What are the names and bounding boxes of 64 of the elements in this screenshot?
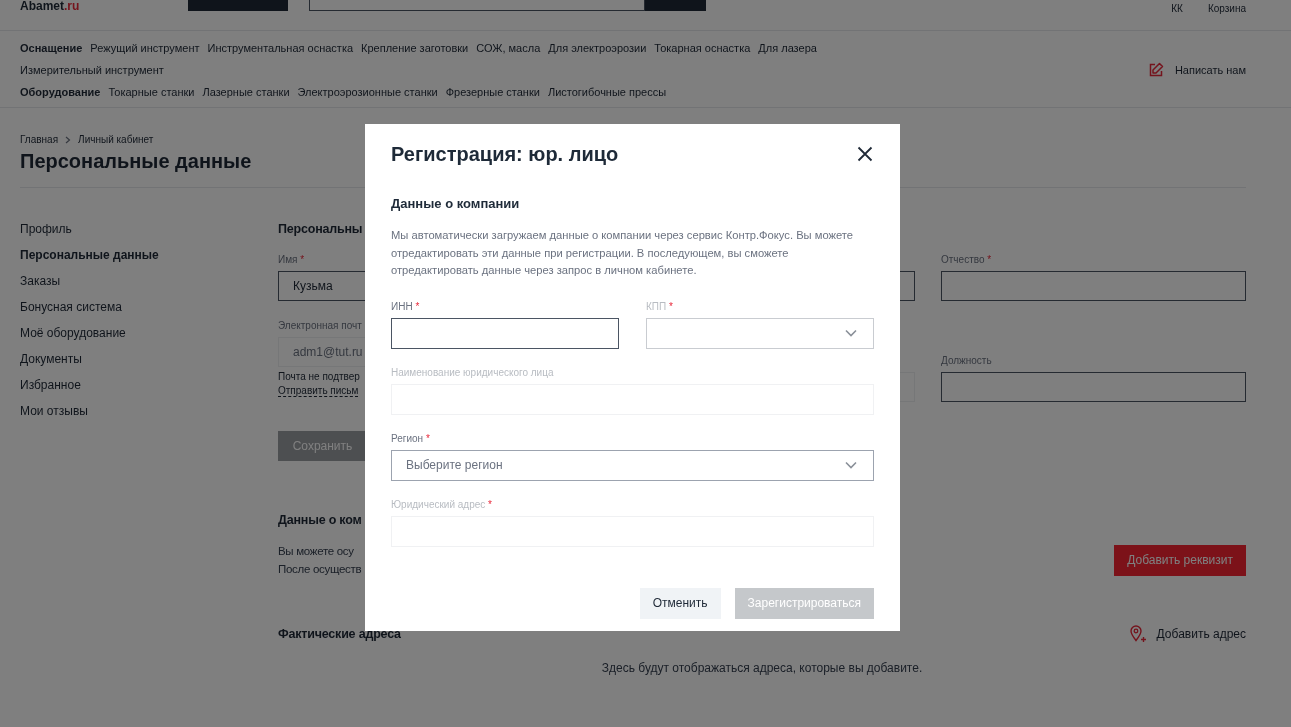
add-address-link[interactable]: Добавить адрес xyxy=(1128,625,1246,643)
cart-link[interactable]: Корзина xyxy=(1207,3,1246,14)
info-text: Вы можете осу xyxy=(278,544,354,559)
search-field[interactable] xyxy=(309,0,645,11)
nav-link[interactable]: Крепление заготовки xyxy=(361,37,469,59)
field-label: ИНН * xyxy=(391,300,420,313)
field-label: Должность xyxy=(941,355,992,367)
nav-link[interactable]: Лазерные станки xyxy=(202,81,290,103)
sidebar-item[interactable]: Бонусная система xyxy=(20,299,278,315)
field-label: Регион * xyxy=(391,432,430,445)
field-label: Электронная почт xyxy=(278,320,362,332)
nav-link[interactable]: СОЖ, масла xyxy=(476,37,541,59)
nav-link[interactable]: Фрезерные станки xyxy=(445,81,540,103)
field-label: Наименование юридического лица xyxy=(391,366,554,379)
email-status-note: Почта не подтвер xyxy=(278,371,360,383)
sidebar-item[interactable]: Моё оборудование xyxy=(20,325,278,341)
nav-link[interactable]: Режущий инструмент xyxy=(90,37,200,59)
empty-state-text: Здесь будут отображаться адреса, которые вы добавите. xyxy=(600,661,924,675)
nav-link[interactable]: Электроэрозионные станки xyxy=(297,81,438,103)
add-requisites-button[interactable]: Добавить реквизит xyxy=(1114,544,1246,576)
location-pin-plus-icon xyxy=(1128,625,1147,643)
sidebar-item[interactable]: Персональные данные xyxy=(20,247,278,263)
nav-link[interactable]: Листогибочные прессы xyxy=(547,81,667,103)
section-heading: Данные о ком xyxy=(278,512,362,528)
field-label: Отчество * xyxy=(941,254,992,266)
close-button[interactable] xyxy=(857,146,873,162)
nav-link[interactable]: Для лазера xyxy=(758,37,817,59)
select-field[interactable]: Выберите регион xyxy=(391,449,874,481)
site-logo[interactable]: Abamet.ru xyxy=(20,0,188,12)
dialog-title: Регистрация: юр. лицо xyxy=(391,142,619,166)
sidebar-item[interactable]: Заказы xyxy=(20,273,278,289)
page-title: Персональные данные xyxy=(20,149,252,174)
field-label: КПП * xyxy=(646,300,673,313)
field-label: Юридический адрес * xyxy=(391,498,492,511)
close-icon xyxy=(857,146,873,162)
section-heading: Фактические адреса xyxy=(278,626,401,642)
sidebar-item[interactable]: Избранное xyxy=(20,377,278,393)
breadcrumb-link[interactable]: Главная xyxy=(20,133,59,147)
nav-link[interactable]: Для электроэрозии xyxy=(548,37,647,59)
account-link[interactable]: КК xyxy=(1171,3,1183,14)
nav-category-link[interactable]: Оснащение xyxy=(20,37,83,59)
section-heading: Данные о компании xyxy=(391,196,520,212)
section-heading: Персональны xyxy=(278,221,363,237)
cancel-button[interactable]: Отменить xyxy=(639,587,721,619)
chevron-down-icon xyxy=(845,461,857,469)
nav-category-link[interactable]: Оборудование xyxy=(20,81,101,103)
sidebar-item[interactable]: Мои отзывы xyxy=(20,403,278,419)
info-text: После осуществ xyxy=(278,562,362,577)
sidebar-item[interactable]: Профиль xyxy=(20,221,278,237)
chevron-right-icon xyxy=(65,136,72,144)
nav-link[interactable]: Токарная оснастка xyxy=(654,37,751,59)
sidebar-item[interactable]: Документы xyxy=(20,351,278,367)
nav-link[interactable]: Токарные станки xyxy=(108,81,195,103)
chevron-down-icon xyxy=(845,329,857,337)
edit-icon xyxy=(1147,62,1164,78)
text-field[interactable] xyxy=(941,271,1246,301)
field-label: Имя * xyxy=(278,254,305,266)
description-text: Мы автоматически загружаем данные о компании через сервис Контр.Фокус. Вы можете отредактировать эти данные при регистрации. В последующем, вы сможете отредактировать данные через запрос в личном кабинете. xyxy=(391,228,855,278)
text-field[interactable] xyxy=(941,372,1246,402)
nav-link[interactable]: Измерительный инструмент xyxy=(20,59,164,81)
write-us-link[interactable]: Написать нам xyxy=(1147,62,1246,78)
nav-link[interactable]: Инструментальная оснастка xyxy=(207,37,354,59)
input-field[interactable] xyxy=(391,317,619,349)
breadcrumb-link[interactable]: Личный кабинет xyxy=(78,133,154,147)
